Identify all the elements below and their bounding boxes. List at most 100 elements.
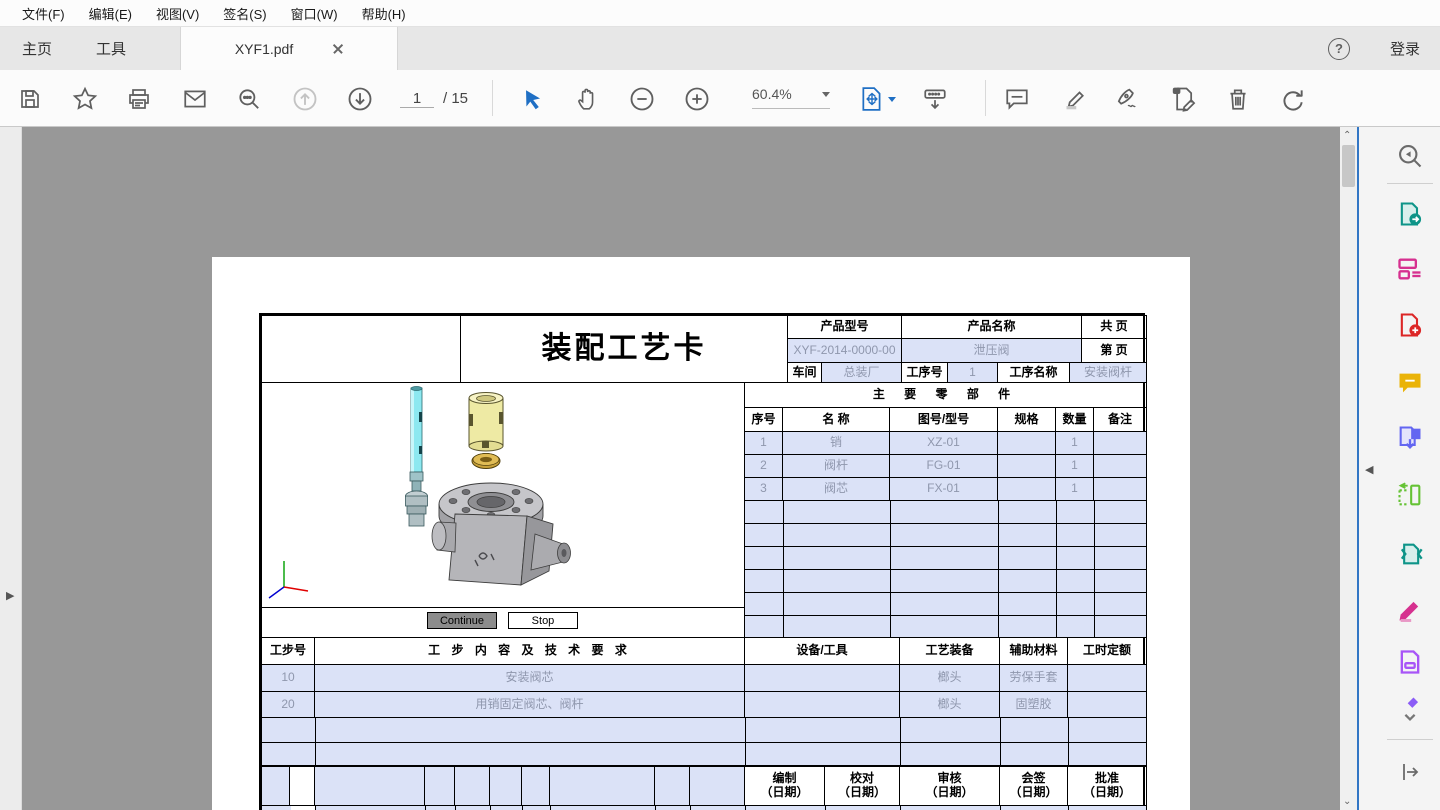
open-left-panel-icon[interactable]: ▶ <box>6 589 14 602</box>
revision-field[interactable] <box>654 766 690 806</box>
3d-model-view[interactable] <box>261 382 745 608</box>
step-row-content[interactable]: 用销固定阀芯、阀杆 <box>314 691 745 718</box>
zoom-out-icon[interactable] <box>627 84 657 114</box>
parts-row-spec[interactable] <box>997 431 1056 455</box>
parts-row-no[interactable]: 1 <box>744 431 783 455</box>
menu-sign[interactable]: 签名(S) <box>211 0 278 27</box>
parts-row-name[interactable]: 销 <box>782 431 890 455</box>
collapse-right-panel-icon[interactable]: ◀ <box>1365 463 1373 476</box>
step-row-content[interactable]: 安装阀芯 <box>314 664 745 692</box>
select-tool-icon[interactable] <box>518 84 548 114</box>
star-icon[interactable] <box>70 84 100 114</box>
step-row-no[interactable]: 20 <box>261 691 315 718</box>
sign-icon[interactable] <box>1112 84 1142 114</box>
parts-row-note[interactable] <box>1093 477 1147 501</box>
expand-panel-icon[interactable] <box>1395 757 1425 787</box>
organize-pages-icon[interactable] <box>1395 480 1425 510</box>
step-row-tool[interactable] <box>744 691 900 718</box>
edit-page-icon[interactable] <box>1168 84 1198 114</box>
step-row-tool[interactable] <box>744 664 900 692</box>
parts-row-note[interactable] <box>1093 431 1147 455</box>
revision-field[interactable] <box>424 766 455 806</box>
comment-icon[interactable] <box>1002 84 1032 114</box>
previous-page-icon[interactable] <box>290 84 320 114</box>
revision-field[interactable] <box>314 766 425 806</box>
steps-empty-rows[interactable] <box>261 717 1147 766</box>
parts-row-no[interactable]: 3 <box>744 477 783 501</box>
parts-row-qty[interactable]: 1 <box>1055 431 1094 455</box>
menu-edit[interactable]: 编辑(E) <box>77 0 144 27</box>
comment-tool-icon[interactable] <box>1395 368 1425 398</box>
scroll-down-icon[interactable]: ⌄ <box>1343 796 1351 807</box>
fit-page-dropdown[interactable] <box>855 84 899 114</box>
export-pdf-icon[interactable] <box>1395 199 1425 229</box>
search-document-icon[interactable] <box>1395 141 1425 171</box>
page-number-input[interactable] <box>400 90 434 108</box>
zoom-in-icon[interactable] <box>682 84 712 114</box>
revision-field[interactable] <box>454 766 490 806</box>
revision-field[interactable] <box>549 766 655 806</box>
process-name-field[interactable]: 安装阀杆 <box>1069 362 1147 383</box>
email-icon[interactable] <box>180 84 210 114</box>
stop-button[interactable]: Stop <box>508 612 578 629</box>
parts-row-name[interactable]: 阀杆 <box>782 454 890 478</box>
approval-row-fields[interactable] <box>261 805 1147 810</box>
compress-pdf-icon[interactable] <box>1395 539 1425 569</box>
help-icon[interactable]: ? <box>1328 38 1350 60</box>
zoom-level-dropdown[interactable]: 60.4% <box>752 86 830 109</box>
close-icon[interactable] <box>333 44 343 54</box>
highlighter-icon[interactable] <box>1058 84 1088 114</box>
process-no-field[interactable]: 1 <box>947 362 998 383</box>
parts-row-qty[interactable]: 1 <box>1055 477 1094 501</box>
combine-files-icon[interactable] <box>1395 423 1425 453</box>
hide-toolbar-icon[interactable] <box>920 84 950 114</box>
create-pdf-icon[interactable] <box>1395 310 1425 340</box>
parts-row-model[interactable]: FG-01 <box>889 454 998 478</box>
parts-row-spec[interactable] <box>997 477 1056 501</box>
parts-row-name[interactable]: 阀芯 <box>782 477 890 501</box>
tab-document[interactable]: XYF1.pdf <box>180 27 398 70</box>
hand-tool-icon[interactable] <box>573 84 603 114</box>
vertical-scrollbar[interactable]: ⌃ ⌄ <box>1340 127 1357 810</box>
parts-row-no[interactable]: 2 <box>744 454 783 478</box>
parts-row-model[interactable]: XZ-01 <box>889 431 998 455</box>
search-icon[interactable] <box>234 84 264 114</box>
tab-home[interactable]: 主页 <box>0 27 74 70</box>
delete-icon[interactable] <box>1223 84 1253 114</box>
step-row-quota[interactable] <box>1067 691 1147 718</box>
step-row-material[interactable]: 固塑胶 <box>999 691 1068 718</box>
scrollbar-thumb[interactable] <box>1342 145 1355 187</box>
parts-empty-rows[interactable] <box>744 500 1147 638</box>
product-model-field[interactable]: XYF-2014-0000-00 <box>787 338 902 363</box>
revision-field[interactable] <box>689 766 745 806</box>
menu-view[interactable]: 视图(V) <box>144 0 211 27</box>
parts-row-note[interactable] <box>1093 454 1147 478</box>
revision-field[interactable] <box>489 766 522 806</box>
step-row-quota[interactable] <box>1067 664 1147 692</box>
signin-button[interactable]: 登录 <box>1390 38 1420 59</box>
edit-pdf-icon[interactable] <box>1395 254 1425 284</box>
print-icon[interactable] <box>124 84 154 114</box>
continue-button[interactable]: Continue <box>427 612 497 629</box>
protect-pdf-icon[interactable] <box>1395 647 1425 677</box>
parts-row-qty[interactable]: 1 <box>1055 454 1094 478</box>
menu-file[interactable]: 文件(F) <box>10 0 77 27</box>
product-name-field[interactable]: 泄压阀 <box>901 338 1082 363</box>
step-row-equip[interactable]: 榔头 <box>899 664 1000 692</box>
menu-window[interactable]: 窗口(W) <box>279 0 350 27</box>
step-row-no[interactable]: 10 <box>261 664 315 692</box>
revision-field[interactable] <box>521 766 550 806</box>
parts-row-spec[interactable] <box>997 454 1056 478</box>
step-row-material[interactable]: 劳保手套 <box>999 664 1068 692</box>
save-icon[interactable] <box>15 84 45 114</box>
more-tools-icon[interactable] <box>1395 694 1425 724</box>
step-row-equip[interactable]: 榔头 <box>899 691 1000 718</box>
tab-tools[interactable]: 工具 <box>74 27 148 70</box>
scroll-up-icon[interactable]: ⌃ <box>1343 130 1351 141</box>
menu-help[interactable]: 帮助(H) <box>350 0 418 27</box>
redo-icon[interactable] <box>1278 84 1308 114</box>
parts-row-model[interactable]: FX-01 <box>889 477 998 501</box>
next-page-icon[interactable] <box>345 84 375 114</box>
revision-field[interactable] <box>261 766 290 806</box>
workshop-field[interactable]: 总装厂 <box>821 362 902 383</box>
